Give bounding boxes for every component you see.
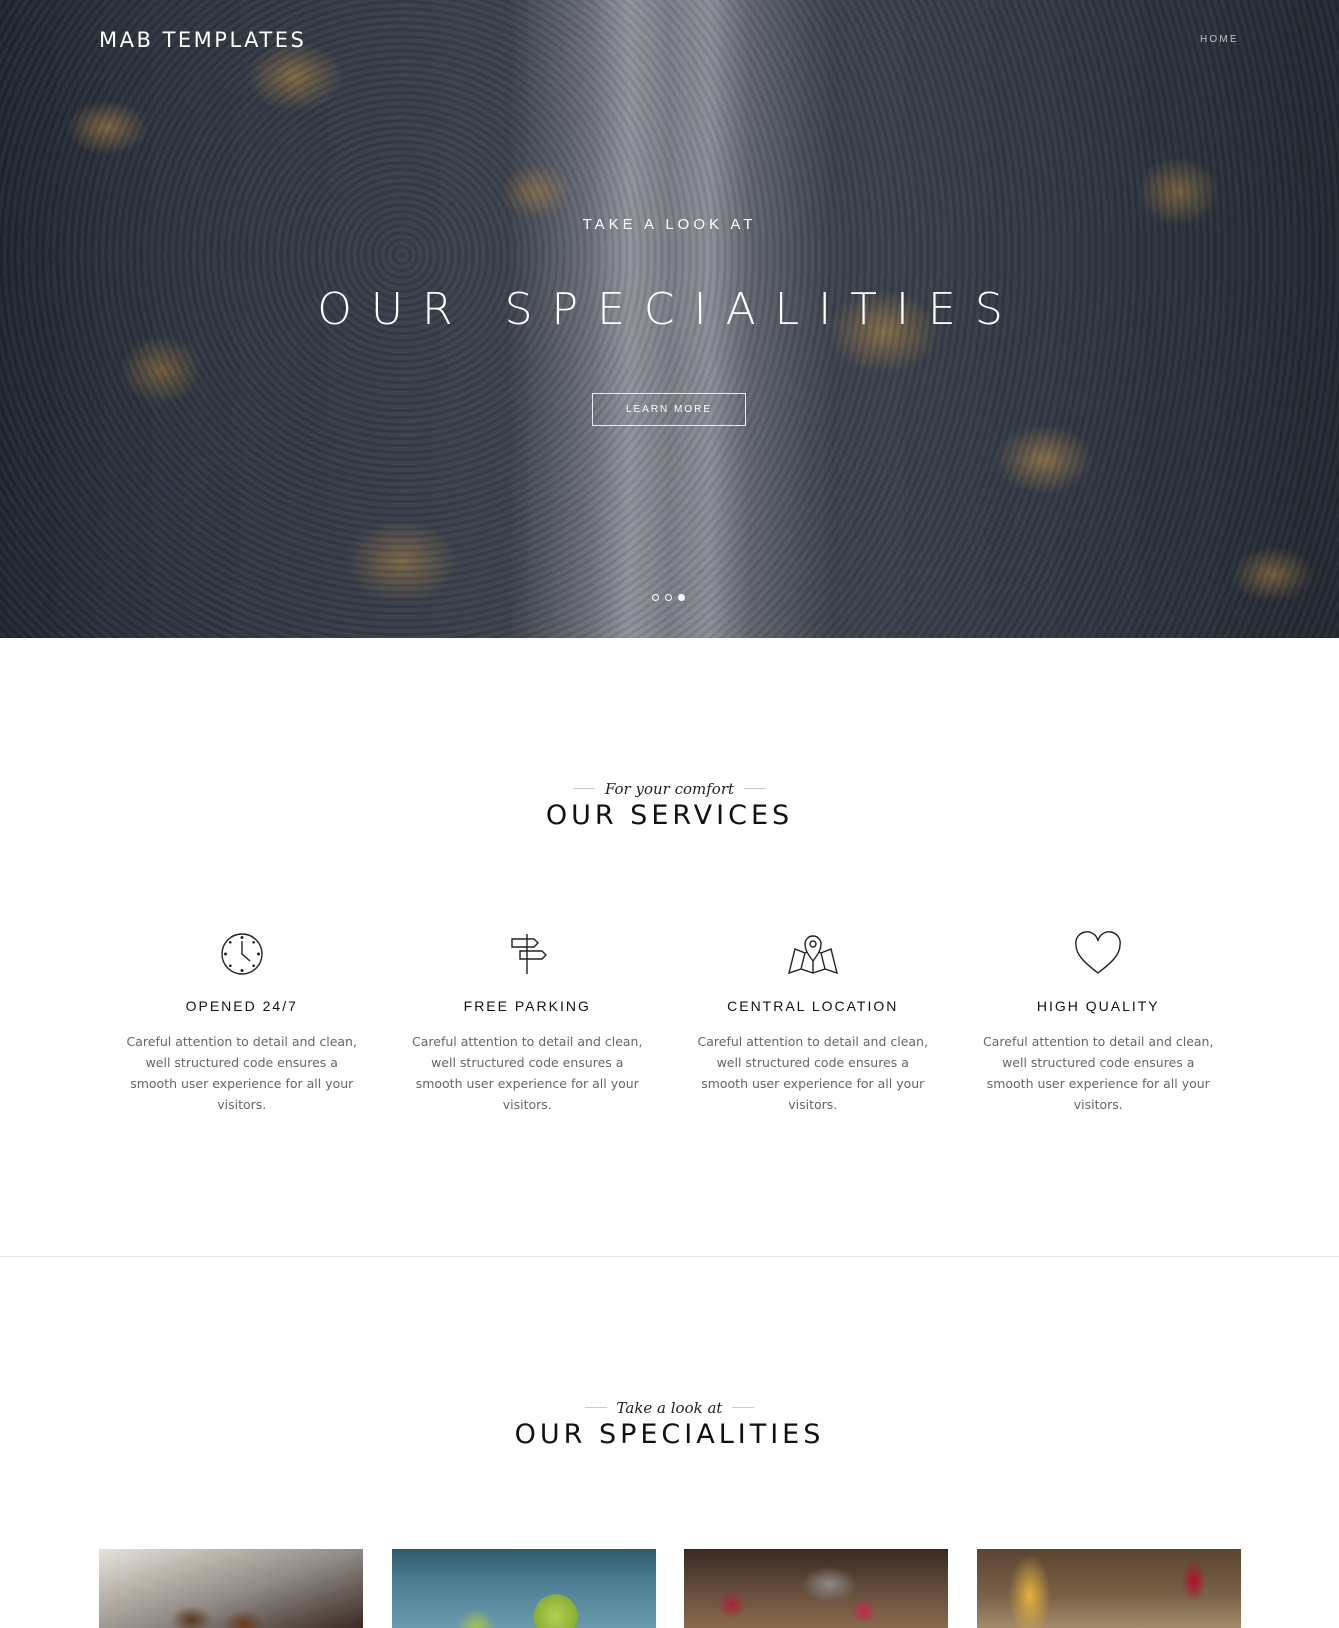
specialities-title: OUR SPECIALITIES <box>514 1418 825 1450</box>
specialities-heading: Take a look at OUR SPECIALITIES <box>0 1395 1339 1450</box>
services-heading: For your comfort OUR SERVICES <box>0 776 1339 831</box>
learn-more-button[interactable]: LEARN MORE <box>592 393 746 426</box>
services-title: OUR SERVICES <box>545 799 794 831</box>
section-divider <box>0 1256 1339 1257</box>
hero-title: OUR SPECIALITIES <box>317 284 1022 335</box>
signpost-icon <box>401 928 655 980</box>
clock-icon <box>115 928 369 980</box>
slider-dot-1[interactable] <box>652 594 659 601</box>
service-text: Careful attention to detail and clean, w… <box>412 1034 643 1112</box>
services-list: OPENED 24/7 Careful attention to detail … <box>99 928 1241 1115</box>
limes-image[interactable] <box>391 1549 656 1628</box>
services-subtitle: For your comfort <box>573 780 766 798</box>
corn-image[interactable] <box>976 1549 1241 1628</box>
site-logo[interactable]: MAB TEMPLATES <box>99 28 306 52</box>
service-title: CENTRAL LOCATION <box>727 998 899 1014</box>
grill-food-image[interactable] <box>99 1549 363 1628</box>
service-item-parking: FREE PARKING Careful attention to detail… <box>385 928 671 1115</box>
service-item-quality: HIGH QUALITY Careful attention to detail… <box>956 928 1242 1115</box>
radishes-image[interactable] <box>684 1549 949 1628</box>
service-title: HIGH QUALITY <box>1036 998 1160 1014</box>
service-item-opened: OPENED 24/7 Careful attention to detail … <box>99 928 385 1115</box>
service-text: Careful attention to detail and clean, w… <box>983 1034 1214 1112</box>
nav-link-home[interactable]: HOME <box>1200 34 1239 45</box>
hero-slider: MAB TEMPLATES HOME TAKE A LOOK AT OUR SP… <box>0 0 1339 638</box>
hero-kicker: TAKE A LOOK AT <box>582 216 757 233</box>
service-item-location: CENTRAL LOCATION Careful attention to de… <box>670 928 956 1115</box>
service-text: Careful attention to detail and clean, w… <box>697 1034 928 1112</box>
heart-icon <box>972 928 1226 980</box>
service-title: FREE PARKING <box>463 998 591 1014</box>
slider-dot-2[interactable] <box>665 594 672 601</box>
map-pin-icon <box>686 928 940 980</box>
service-title: OPENED 24/7 <box>185 998 298 1014</box>
specialities-gallery <box>99 1549 1241 1628</box>
service-text: Careful attention to detail and clean, w… <box>126 1034 357 1112</box>
slider-dot-3[interactable] <box>678 594 685 601</box>
specialities-subtitle: Take a look at <box>585 1399 755 1417</box>
slider-pagination <box>652 594 685 601</box>
